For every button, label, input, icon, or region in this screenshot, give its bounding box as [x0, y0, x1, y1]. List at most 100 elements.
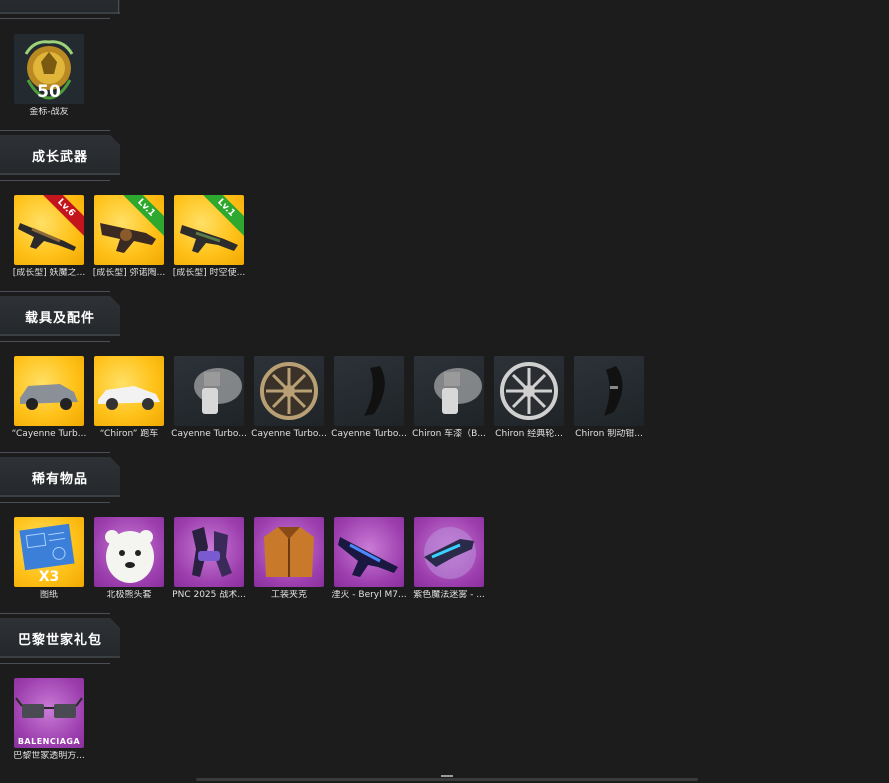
divider: [0, 180, 110, 181]
list-item[interactable]: Chiron 经典轮...: [494, 356, 564, 440]
divider: [0, 452, 110, 453]
horizontal-scrollbar[interactable]: [196, 778, 698, 781]
item-caption: [成长型] 妖魔之...: [12, 268, 86, 278]
list-item[interactable]: 北极熊头套: [94, 517, 164, 601]
item-caption: [成长型] 弥诺陶...: [92, 268, 166, 278]
item-caption: Chiron 制动钳...: [575, 429, 643, 439]
item-thumbnail: [254, 356, 324, 426]
item-caption: “Chiron” 跑车: [99, 429, 159, 439]
section-tab-medals: [0, 0, 120, 14]
item-thumbnail: BALENCIAGA: [14, 678, 84, 748]
divider: [0, 613, 110, 614]
polar-bear-mask-icon: [105, 530, 154, 583]
item-caption: 巴黎世家透明方...: [13, 751, 85, 761]
rifle-icon: [338, 537, 398, 577]
list-item[interactable]: X3 图纸: [14, 517, 84, 601]
item-thumbnail: [334, 517, 404, 587]
divider: [118, 0, 119, 14]
divider: [0, 291, 110, 292]
jacket-icon: [264, 527, 314, 577]
vehicle-row: “Cayenne Turb... “Chiron” 跑车 Cayenne Tur…: [11, 356, 644, 440]
item-thumbnail: [94, 356, 164, 426]
quantity-label: X3: [38, 569, 60, 585]
tactical-gear-icon: [192, 527, 232, 577]
list-item[interactable]: Cayenne Turbo...: [251, 356, 327, 440]
item-caption: Cayenne Turbo...: [331, 429, 407, 439]
section-tab-growth-weapons: 成长武器: [0, 135, 120, 175]
item-caption: Chiron 车漆（B...: [412, 429, 486, 439]
divider: [0, 663, 110, 664]
list-item[interactable]: Chiron 车漆（B...: [412, 356, 486, 440]
item-caption: Cayenne Turbo...: [251, 429, 327, 439]
section-title: 成长武器: [31, 149, 88, 165]
wheel-rim-icon: [500, 362, 558, 420]
list-item[interactable]: 紫色魔法迷雾 - ...: [413, 517, 485, 601]
medal-row: 50 金标-战友: [14, 34, 84, 118]
scroll-thumb[interactable]: [441, 775, 453, 777]
paint-sprayer-icon: [194, 368, 242, 414]
divider: [0, 341, 110, 342]
brake-caliper-icon: [364, 366, 385, 416]
item-thumbnail: Lv.1: [174, 195, 244, 265]
section-tab-vehicles: 载具及配件: [0, 296, 120, 336]
medal-level: 50: [37, 82, 61, 102]
list-item[interactable]: PNC 2025 战术...: [172, 517, 246, 601]
paris-items-row: BALENCIAGA 巴黎世家透明方...: [13, 678, 85, 762]
item-caption: Cayenne Turbo...: [171, 429, 247, 439]
list-item[interactable]: “Chiron” 跑车: [94, 356, 164, 440]
medal-thumbnail: 50: [14, 34, 84, 104]
item-thumbnail: Lv.1: [94, 195, 164, 265]
section-title: 稀有物品: [31, 471, 88, 487]
paint-sprayer-icon: [434, 368, 482, 414]
section-title: [0, 0, 120, 14]
item-caption: 紫色魔法迷雾 - ...: [413, 590, 485, 600]
list-item[interactable]: Lv.6 [成长型] 妖魔之...: [12, 195, 86, 279]
item-caption: 金标-战友: [29, 107, 69, 117]
sports-car-icon: [98, 386, 160, 410]
suv-car-icon: [20, 384, 78, 410]
item-thumbnail: [334, 356, 404, 426]
section-tab-rare-items: 稀有物品: [0, 457, 120, 497]
brake-caliper-icon: [604, 366, 623, 416]
list-item[interactable]: Cayenne Turbo...: [171, 356, 247, 440]
item-caption: PNC 2025 战术...: [172, 590, 246, 600]
item-thumbnail: [14, 356, 84, 426]
item-thumbnail: [414, 517, 484, 587]
item-thumbnail: Lv.6: [14, 195, 84, 265]
divider: [0, 18, 110, 19]
rare-items-row: X3 图纸 北极熊头套 PNC 2025 战术... 工装夹克 湮灭 - Ber…: [14, 517, 485, 601]
magic-gun-icon: [424, 527, 476, 579]
item-thumbnail: [174, 356, 244, 426]
item-thumbnail: [94, 517, 164, 587]
item-caption: 图纸: [39, 590, 58, 600]
list-item[interactable]: 50 金标-战友: [14, 34, 84, 118]
item-caption: 工装夹克: [270, 590, 307, 600]
list-item[interactable]: Chiron 制动钳...: [574, 356, 644, 440]
weapon-row: Lv.6 [成长型] 妖魔之... Lv.1 [成长型] 弥诺陶... Lv.1…: [12, 195, 246, 279]
item-thumbnail: [574, 356, 644, 426]
list-item[interactable]: Lv.1 [成长型] 时空使...: [172, 195, 246, 279]
item-thumbnail: [254, 517, 324, 587]
item-caption: 北极熊头套: [106, 590, 152, 600]
item-caption: [成长型] 时空使...: [172, 268, 246, 278]
list-item[interactable]: Lv.1 [成长型] 弥诺陶...: [92, 195, 166, 279]
divider: [0, 130, 110, 131]
item-thumbnail: X3: [14, 517, 84, 587]
item-thumbnail: [494, 356, 564, 426]
brand-label: BALENCIAGA: [17, 737, 81, 746]
list-item[interactable]: Cayenne Turbo...: [331, 356, 407, 440]
section-title: 巴黎世家礼包: [17, 632, 102, 648]
item-thumbnail: [174, 517, 244, 587]
item-caption: Chiron 经典轮...: [495, 429, 563, 439]
section-title: 载具及配件: [24, 310, 95, 326]
section-tab-paris-gift: 巴黎世家礼包: [0, 618, 120, 658]
wheel-rim-icon: [260, 362, 318, 420]
list-item[interactable]: “Cayenne Turb...: [11, 356, 87, 440]
list-item[interactable]: 工装夹克: [254, 517, 324, 601]
list-item[interactable]: BALENCIAGA 巴黎世家透明方...: [13, 678, 85, 762]
item-thumbnail: [414, 356, 484, 426]
item-caption: “Cayenne Turb...: [11, 429, 87, 439]
divider: [0, 502, 110, 503]
item-caption: 湮灭 - Beryl M7...: [331, 590, 407, 600]
list-item[interactable]: 湮灭 - Beryl M7...: [331, 517, 407, 601]
